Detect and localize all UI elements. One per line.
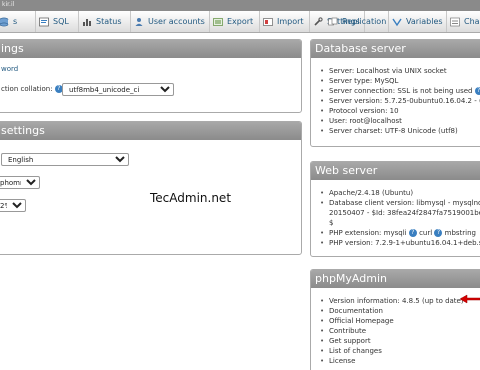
panel-heading: phpMyAdmin [311,270,480,288]
php-extension-mbstring: mbstring [444,229,476,237]
client-version-line-2: 20150407 - $Id: 38fea24f2847fa7519001be3 [329,209,480,217]
tab-label: SQL [53,17,69,26]
tab-label: s [13,17,18,26]
client-version-line-3: $ [329,219,334,227]
link-contribute[interactable]: Contribute [317,326,480,336]
tab-import[interactable]: Import [260,11,310,32]
tab-label: Replication [342,17,387,26]
panel-heading: ings [0,40,301,58]
appearance-settings-panel: settings English phomme 2% [0,121,302,255]
tab-label: Variables [406,17,443,26]
tab-label: Cha [464,17,480,26]
list-item: Database client version: libmysql - mysq… [317,198,480,228]
version-info: Version information: 4.8.5 (up to date) [317,296,480,306]
change-password-link[interactable]: word [1,65,18,73]
tab-label: Export [227,17,254,26]
tab-variables[interactable]: Variables [389,11,447,32]
list-item: Server connection: SSL is not being used… [317,86,480,96]
help-icon[interactable]: ? [474,87,480,95]
web-server-list: Apache/2.4.18 (Ubuntu) Database client v… [317,188,480,248]
panel-heading: Database server [311,40,480,58]
status-icon [82,17,92,27]
import-icon [263,17,273,27]
charsets-icon [450,17,460,27]
databases-icon [0,17,9,27]
export-icon [213,17,223,27]
appearance-settings-heading: settings [1,124,45,137]
language-select[interactable]: English [1,153,129,166]
users-icon [134,17,144,27]
ssl-status-text: Server connection: SSL is not being used [329,87,473,95]
php-extension-curl: curl [419,229,433,237]
replication-icon [328,17,338,27]
panel-heading: Web server [311,162,480,180]
link-license[interactable]: License [317,356,480,366]
red-arrow-icon [459,294,480,304]
variables-icon [392,17,402,27]
link-get-support[interactable]: Get support [317,336,480,346]
help-icon[interactable]: ? [408,229,417,237]
list-item: User: root@localhost [317,116,480,126]
window-title: kir.il [2,1,15,8]
collation-label-text: ction collation [1,85,51,93]
collation-label: ction collation: ? [1,85,63,93]
server-collation-select[interactable]: utf8mb4_unicode_ci [62,83,174,96]
web-server-panel: Web server Apache/2.4.18 (Ubuntu) Databa… [310,161,480,257]
settings-icon [313,16,323,27]
link-official-homepage[interactable]: Official Homepage [317,316,480,326]
theme-select[interactable]: phomme [0,176,40,189]
list-item: Server type: MySQL [317,76,480,86]
tab-user-accounts[interactable]: User accounts [131,11,210,32]
link-documentation[interactable]: Documentation [317,306,480,316]
general-settings-heading: ings [1,42,24,55]
php-extension-text: PHP extension: mysqli [329,229,407,237]
link-list-of-changes[interactable]: List of changes [317,346,480,356]
title-strip: kir.il [0,0,480,11]
panel-heading: settings [0,122,301,140]
tab-label: User accounts [148,17,205,26]
phpmyadmin-panel: phpMyAdmin Version information: 4.8.5 (u… [310,269,480,370]
tab-export[interactable]: Export [210,11,260,32]
tab-label: Status [96,17,122,26]
list-item: PHP extension: mysqli ? curl ? mbstring [317,228,480,238]
list-item: Server version: 5.7.25-0ubuntu0.16.04.2 … [317,96,480,106]
tab-databases[interactable]: s [0,11,36,32]
list-item: Server charset: UTF-8 Unicode (utf8) [317,126,480,136]
list-item: Server: Localhost via UNIX socket [317,66,480,76]
main-tab-bar: s SQL Status User accounts Export Import [0,11,480,33]
help-icon[interactable]: ? [434,229,443,237]
list-item: Protocol version: 10 [317,106,480,116]
tab-label: Import [277,17,304,26]
list-item: Apache/2.4.18 (Ubuntu) [317,188,480,198]
tab-replication[interactable]: Replication [325,11,389,32]
sql-icon [39,17,49,27]
phpmyadmin-list: Version information: 4.8.5 (up to date) … [317,296,480,366]
font-size-select[interactable]: 2% [0,199,26,212]
database-server-panel: Database server Server: Localhost via UN… [310,39,480,147]
general-settings-panel: ings word ction collation: ? utf8mb4_uni… [0,39,302,113]
tab-charsets[interactable]: Cha [447,11,480,32]
database-server-list: Server: Localhost via UNIX socket Server… [317,66,480,136]
watermark-text: TecAdmin.net [150,191,232,205]
list-item: PHP version: 7.2.9-1+ubuntu16.04.1+deb.s… [317,238,480,248]
tab-status[interactable]: Status [79,11,131,32]
client-version-line-1: Database client version: libmysql - mysq… [329,199,480,207]
tab-sql[interactable]: SQL [36,11,79,32]
